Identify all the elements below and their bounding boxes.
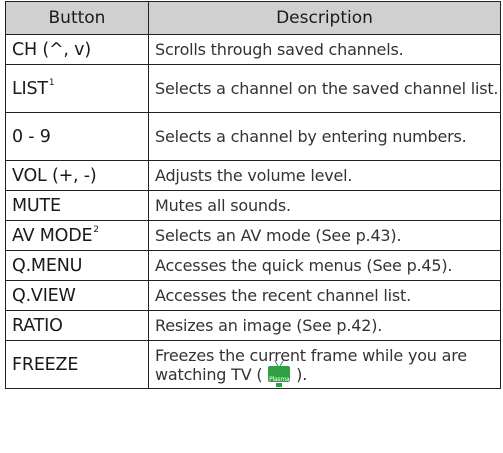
button-cell: MUTE	[5, 190, 149, 221]
button-name: Q.MENU	[12, 255, 83, 276]
table-row: Q.VIEW Accesses the recent channel list.	[5, 280, 501, 311]
button-name: MUTE	[12, 195, 61, 216]
description-cell: Selects a channel on the saved channel l…	[148, 64, 501, 113]
description-text: Freezes the current frame while you are …	[155, 345, 467, 384]
description-cell: Resizes an image (See p.42).	[148, 310, 501, 341]
table-row: MUTE Mutes all sounds.	[5, 190, 501, 221]
table-row: LIST1 Selects a channel on the saved cha…	[5, 64, 501, 113]
table-row: CH (^, v) Scrolls through saved channels…	[5, 34, 501, 65]
header-button: Button	[5, 1, 149, 35]
button-description-table: Button Description CH (^, v) Scrolls thr…	[5, 1, 501, 389]
description-cell: Scrolls through saved channels.	[148, 34, 501, 65]
button-cell: RATIO	[5, 310, 149, 341]
button-name: CH (^, v)	[12, 39, 91, 60]
button-name: AV MODE	[12, 226, 93, 246]
button-name: Q.VIEW	[12, 285, 76, 306]
button-cell: CH (^, v)	[5, 34, 149, 65]
description-cell: Freezes the current frame while you are …	[148, 340, 501, 389]
table-header-row: Button Description	[5, 1, 501, 35]
button-cell: LIST1	[5, 64, 149, 113]
button-cell: 0 - 9	[5, 112, 149, 161]
description-cell: Accesses the recent channel list.	[148, 280, 501, 311]
button-cell: FREEZE	[5, 340, 149, 389]
description-cell: Selects a channel by entering numbers.	[148, 112, 501, 161]
plasma-tv-icon: Plasma	[268, 365, 291, 387]
description-cell: Accesses the quick menus (See p.45).	[148, 250, 501, 281]
button-name: LIST	[12, 79, 48, 99]
button-cell: Q.VIEW	[5, 280, 149, 311]
button-name: VOL (+, -)	[12, 165, 97, 186]
table-row: 0 - 9 Selects a channel by entering numb…	[5, 112, 501, 161]
button-cell: Q.MENU	[5, 250, 149, 281]
footnote-marker: 2	[93, 225, 99, 235]
table-row: Q.MENU Accesses the quick menus (See p.4…	[5, 250, 501, 281]
footnote-marker: 1	[48, 78, 55, 88]
header-description: Description	[148, 1, 501, 35]
description-cell: Adjusts the volume level.	[148, 160, 501, 191]
description-cell: Mutes all sounds.	[148, 190, 501, 221]
button-name: RATIO	[12, 315, 63, 336]
button-name: FREEZE	[12, 354, 79, 375]
button-cell: VOL (+, -)	[5, 160, 149, 191]
button-cell: AV MODE2	[5, 220, 149, 251]
table-row: FREEZE Freezes the current frame while y…	[5, 340, 501, 389]
description-text-end: ).	[296, 364, 308, 384]
table-row: VOL (+, -) Adjusts the volume level.	[5, 160, 501, 191]
table-row: RATIO Resizes an image (See p.42).	[5, 310, 501, 341]
button-name: 0 - 9	[12, 126, 51, 147]
description-cell: Selects an AV mode (See p.43).	[148, 220, 501, 251]
table-row: AV MODE2 Selects an AV mode (See p.43).	[5, 220, 501, 251]
